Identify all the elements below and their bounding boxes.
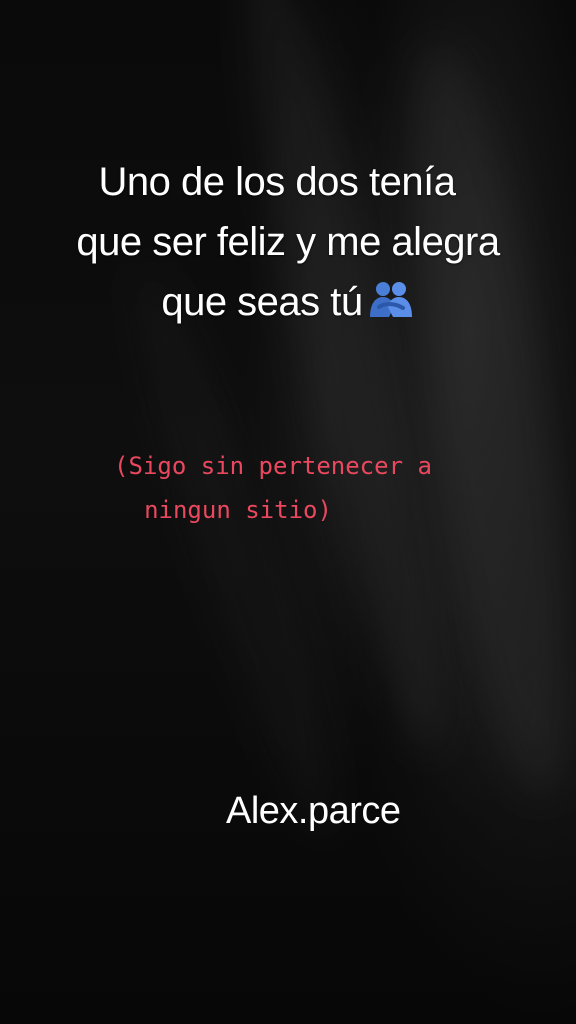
subtext-caption: (Sigo sin pertenecer a ningun sitio) bbox=[0, 444, 576, 532]
headline-line-2: que ser feliz y me alegra bbox=[76, 220, 500, 264]
light-streak bbox=[109, 253, 361, 847]
headline-line-1: Uno de los dos tenía bbox=[98, 160, 456, 204]
light-streak bbox=[377, 35, 576, 805]
headline-line-3: que seas tú bbox=[161, 280, 363, 324]
headline-line-3-wrapper: que seas tú bbox=[0, 272, 576, 332]
video-frame: Uno de los dos tenía que ser feliz y me … bbox=[0, 0, 576, 1024]
light-streak bbox=[215, 0, 475, 761]
people-hugging-icon bbox=[369, 282, 412, 317]
creator-watermark: Alex.parce bbox=[226, 790, 401, 832]
subtext-line-1: (Sigo sin pertenecer a bbox=[114, 452, 432, 480]
headline-text: Uno de los dos tenía que ser feliz y me … bbox=[0, 152, 576, 332]
subtext-line-2: ningun sitio) bbox=[144, 496, 332, 524]
